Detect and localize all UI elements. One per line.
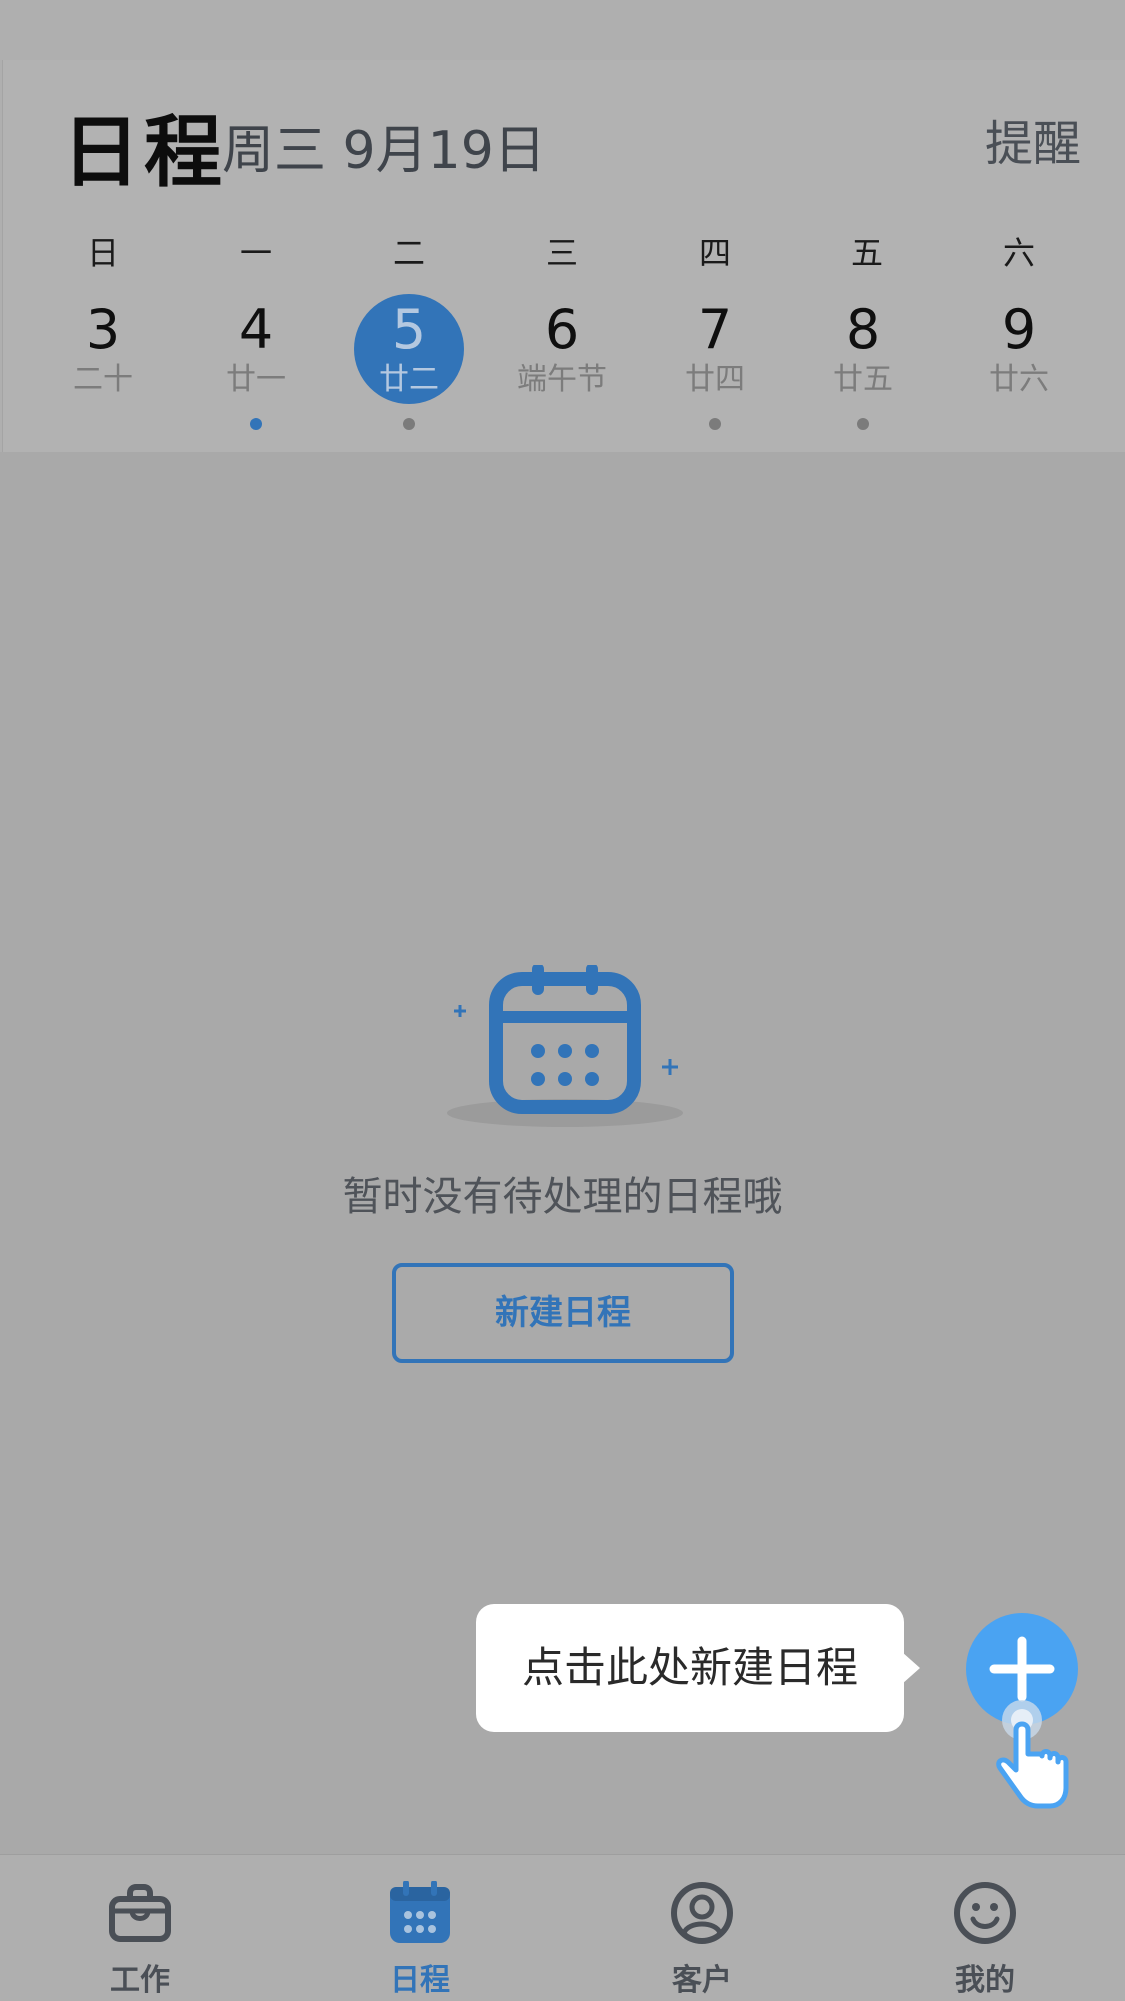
day-cell-3[interactable]: 3 二十 [28,292,178,422]
lunar-date: 廿四 [685,362,745,397]
tab-customer[interactable]: 客户 [602,1855,802,2001]
tooltip-arrow [902,1652,920,1684]
calendar-icon [440,963,690,1135]
header: 日程 周三 9月19日 提醒 日 一 二 三 四 五 六 3 二十 4 廿一 5… [0,0,1125,452]
lunar-date: 二十 [73,362,133,397]
day-cell-4[interactable]: 4 廿一 [181,292,331,430]
day-number: 9 [1001,298,1037,361]
day-cell-8[interactable]: 8 廿五 [788,292,938,430]
event-dot [709,418,721,430]
weekday-sun: 日 [86,234,119,272]
weekday-tue: 二 [392,234,425,272]
weekday-fri: 五 [850,234,883,272]
tab-label: 客户 [672,1963,732,1998]
empty-state-message: 暂时没有待处理的日程哦 [342,1174,783,1220]
weekday-sat: 六 [1002,234,1035,272]
lunar-date: 廿二 [379,362,439,397]
remind-button[interactable]: 提醒 [985,104,1081,174]
schedule-screen: 日程 周三 9月19日 提醒 日 一 二 三 四 五 六 3 二十 4 廿一 5… [0,0,1125,2001]
bottom-nav: 工作 日程 客户 我的 [0,1854,1125,2001]
weekday-thu: 四 [698,234,731,272]
calendar-icon [390,1881,450,1943]
day-cell-9[interactable]: 9 廿六 [944,292,1094,422]
tab-me[interactable]: 我的 [885,1855,1085,2001]
tab-label: 工作 [110,1963,170,1998]
briefcase-icon [109,1884,171,1942]
day-number: 3 [85,298,121,361]
day-number: 5 [391,298,427,361]
lunar-date: 廿六 [989,362,1049,397]
current-date-label: 周三 9月19日 [222,121,546,181]
smiley-icon [954,1882,1016,1944]
tab-schedule[interactable]: 日程 [320,1855,520,2001]
day-number: 8 [845,298,881,361]
day-number: 7 [697,298,733,361]
event-dot [250,418,262,430]
new-schedule-button[interactable]: 新建日程 [392,1263,734,1363]
lunar-date: 廿五 [833,362,893,397]
page-title: 日程 [62,108,227,198]
lunar-date: 端午节 [517,362,607,397]
day-number: 6 [544,298,580,361]
day-row: 3 二十 4 廿一 5 廿二 6 端午节 7 廿四 8 廿五 9 廿六 [0,292,1125,442]
day-cell-6[interactable]: 6 端午节 [487,292,637,422]
day-cell-5-selected[interactable]: 5 廿二 [334,292,484,430]
weekday-row: 日 一 二 三 四 五 六 [0,228,1125,272]
onboarding-tooltip: 点击此处新建日程 [476,1604,904,1732]
event-dot [403,418,415,430]
tab-label: 我的 [955,1963,1015,1998]
tab-work[interactable]: 工作 [40,1855,240,2001]
event-dot [857,418,869,430]
weekday-wed: 三 [545,234,578,272]
day-cell-7[interactable]: 7 廿四 [640,292,790,430]
weekday-mon: 一 [239,234,272,272]
pointing-hand-icon [992,1700,1072,1812]
tab-label: 日程 [390,1963,450,1998]
day-number: 4 [238,298,274,361]
lunar-date: 廿一 [226,362,286,397]
customer-icon [671,1882,733,1944]
